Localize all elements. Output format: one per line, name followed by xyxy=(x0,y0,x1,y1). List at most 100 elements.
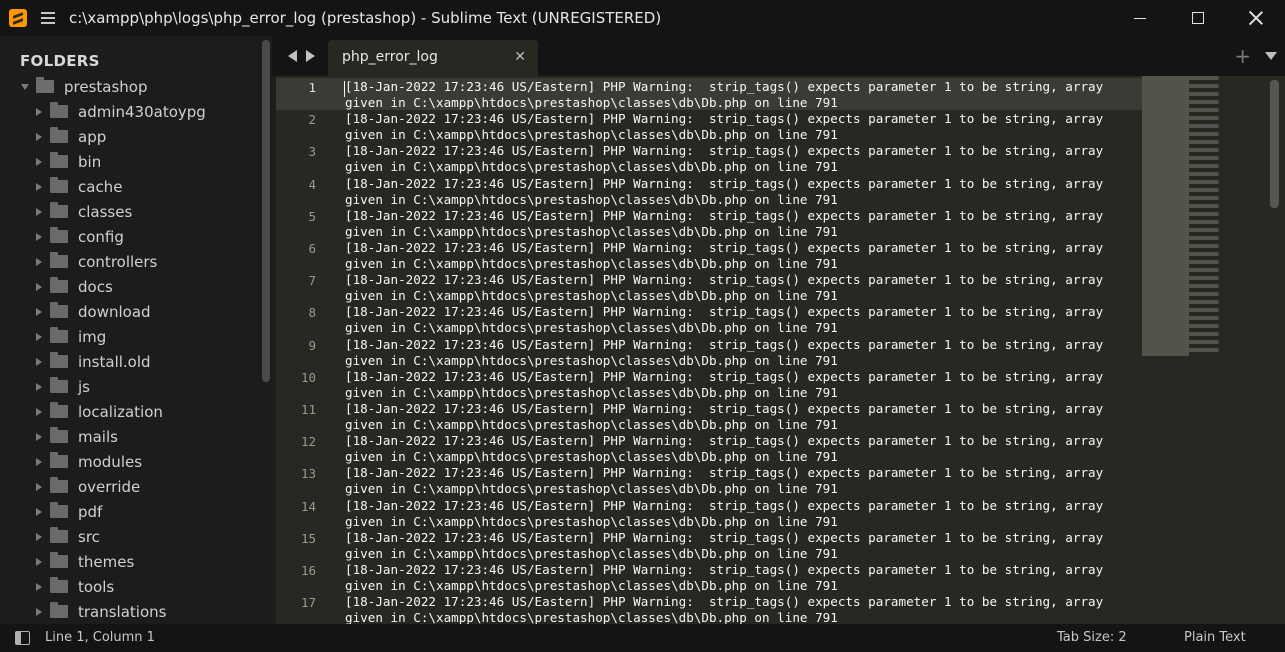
chevron-right-icon[interactable] xyxy=(36,157,42,166)
folder-icon xyxy=(50,252,68,268)
tab-navigation xyxy=(288,50,315,62)
chevron-right-icon[interactable] xyxy=(36,432,42,441)
sidebar-folder-classes[interactable]: classes xyxy=(0,199,260,224)
minimap[interactable] xyxy=(1142,76,1260,358)
chevron-right-icon[interactable] xyxy=(36,357,42,366)
chevron-down-icon[interactable] xyxy=(21,83,29,90)
code-line: [18-Jan-2022 17:23:46 US/Eastern] PHP Wa… xyxy=(345,143,1104,159)
tab-bar: php_error_log ✕ + xyxy=(272,36,1285,76)
sidebar-scrollbar[interactable] xyxy=(262,40,270,382)
minimap-row xyxy=(1142,240,1260,244)
minimap-row xyxy=(1142,272,1260,276)
tree-root-label: prestashop xyxy=(64,77,148,96)
sidebar-folder-tools[interactable]: tools xyxy=(0,574,260,599)
chevron-right-icon[interactable] xyxy=(36,182,42,191)
chevron-right-icon[interactable] xyxy=(36,582,42,591)
sidebar-folder-src[interactable]: src xyxy=(0,524,260,549)
minimap-row xyxy=(1142,144,1260,148)
code-line-wrapped: given in C:\xampp\htdocs\prestashop\clas… xyxy=(345,320,838,336)
chevron-right-icon[interactable] xyxy=(36,507,42,516)
close-window-button[interactable] xyxy=(1227,0,1285,36)
code-line-wrapped: given in C:\xampp\htdocs\prestashop\clas… xyxy=(345,223,838,239)
code-line-wrapped: given in C:\xampp\htdocs\prestashop\clas… xyxy=(345,481,838,497)
sidebar-folder-themes[interactable]: themes xyxy=(0,549,260,574)
sidebar-folder-modules[interactable]: modules xyxy=(0,449,260,474)
minimap-row xyxy=(1142,108,1260,112)
sidebar-folder-pdf[interactable]: pdf xyxy=(0,499,260,524)
sidebar-folder-localization[interactable]: localization xyxy=(0,399,260,424)
tab-php-error-log[interactable]: php_error_log ✕ xyxy=(328,40,538,76)
folder-icon xyxy=(50,402,68,418)
code-line-wrapped: given in C:\xampp\htdocs\prestashop\clas… xyxy=(345,513,838,529)
line-number: 5 xyxy=(308,208,316,224)
chevron-right-icon[interactable] xyxy=(36,207,42,216)
minimap-row xyxy=(1142,160,1260,164)
minimap-row xyxy=(1142,188,1260,192)
editor[interactable]: 1 2 3 4 5 6 7 8 9 10 11 12 13 14 15 16 17 [18-Jan-2022 1… xyxy=(276,76,1285,624)
folder-icon xyxy=(50,577,68,593)
sidebar-folder-download[interactable]: download xyxy=(0,299,260,324)
chevron-right-icon[interactable] xyxy=(36,532,42,541)
chevron-right-icon[interactable] xyxy=(36,132,42,141)
line-number: 9 xyxy=(308,337,316,353)
chevron-right-icon[interactable] xyxy=(36,382,42,391)
sidebar-folder-cache[interactable]: cache xyxy=(0,174,260,199)
chevron-right-icon[interactable] xyxy=(36,407,42,416)
sidebar-folder-controllers[interactable]: controllers xyxy=(0,249,260,274)
syntax-selector[interactable]: Plain Text xyxy=(1184,630,1246,645)
sidebar-folder-img[interactable]: img xyxy=(0,324,260,349)
code-line-wrapped: given in C:\xampp\htdocs\prestashop\clas… xyxy=(345,610,838,624)
title-bar: c:\xampp\php\logs\php_error_log (prestas… xyxy=(0,0,1285,36)
previous-tab-icon[interactable] xyxy=(288,50,297,62)
hamburger-icon[interactable] xyxy=(41,12,55,24)
code-line-wrapped: given in C:\xampp\htdocs\prestashop\clas… xyxy=(345,384,838,400)
line-number: 15 xyxy=(300,530,316,546)
minimap-row xyxy=(1142,208,1260,212)
folder-label: controllers xyxy=(78,252,158,271)
chevron-right-icon[interactable] xyxy=(36,107,42,116)
minimize-button[interactable] xyxy=(1111,0,1169,36)
sidebar-folder-override[interactable]: override xyxy=(0,474,260,499)
folder-icon xyxy=(50,227,68,243)
folder-label: js xyxy=(78,377,90,396)
line-number: 3 xyxy=(308,144,316,160)
sidebar-folder-install-old[interactable]: install.old xyxy=(0,349,260,374)
new-tab-icon[interactable]: + xyxy=(1234,44,1251,68)
chevron-right-icon[interactable] xyxy=(36,557,42,566)
next-tab-icon[interactable] xyxy=(306,50,315,62)
minimap-row xyxy=(1142,116,1260,120)
cursor-position: Line 1, Column 1 xyxy=(45,630,155,645)
tab-size[interactable]: Tab Size: 2 xyxy=(1057,630,1127,645)
tree-root-prestashop[interactable]: prestashop xyxy=(0,74,260,99)
sidebar-folder-translations[interactable]: translations xyxy=(0,599,260,624)
chevron-right-icon[interactable] xyxy=(36,482,42,491)
folder-label: translations xyxy=(78,602,167,621)
maximize-button[interactable] xyxy=(1169,0,1227,36)
chevron-right-icon[interactable] xyxy=(36,257,42,266)
tab-menu-icon[interactable] xyxy=(1265,52,1277,60)
sidebar-folder-docs[interactable]: docs xyxy=(0,274,260,299)
chevron-right-icon[interactable] xyxy=(36,282,42,291)
sidebar-folder-bin[interactable]: bin xyxy=(0,149,260,174)
line-number: 1 xyxy=(308,80,316,95)
sidebar-folder-config[interactable]: config xyxy=(0,224,260,249)
sidebar-folder-admin430atoypg[interactable]: admin430atoypg xyxy=(0,99,260,124)
chevron-right-icon[interactable] xyxy=(36,232,42,241)
minimap-row xyxy=(1142,336,1260,340)
sidebar-folder-app[interactable]: app xyxy=(0,124,260,149)
chevron-right-icon[interactable] xyxy=(36,457,42,466)
minimap-row xyxy=(1142,288,1260,292)
code-line: [18-Jan-2022 17:23:46 US/Eastern] PHP Wa… xyxy=(345,529,1104,545)
minimap-row xyxy=(1142,344,1260,348)
minimap-row xyxy=(1142,156,1260,160)
minimap-row xyxy=(1142,148,1260,152)
sidebar-folder-js[interactable]: js xyxy=(0,374,260,399)
chevron-right-icon[interactable] xyxy=(36,307,42,316)
editor-scrollbar[interactable] xyxy=(1270,80,1279,208)
chevron-right-icon[interactable] xyxy=(36,332,42,341)
minimap-row xyxy=(1142,180,1260,184)
sidebar-folder-mails[interactable]: mails xyxy=(0,424,260,449)
close-tab-icon[interactable]: ✕ xyxy=(514,49,526,65)
chevron-right-icon[interactable] xyxy=(36,607,42,616)
panel-toggle-icon[interactable] xyxy=(15,631,30,645)
